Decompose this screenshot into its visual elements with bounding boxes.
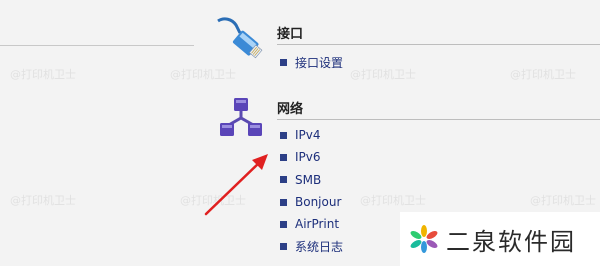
watermark: @打印机卫士 — [530, 194, 596, 207]
link-ipv4[interactable]: IPv4 — [280, 124, 343, 146]
bullet-square-icon — [280, 153, 287, 161]
watermark: @打印机卫士 — [10, 68, 76, 81]
interface-link-list: 接口设置 — [280, 51, 343, 73]
bullet-square-icon — [280, 131, 287, 139]
link-airprint[interactable]: AirPrint — [280, 213, 343, 235]
network-section-divider — [277, 119, 600, 120]
link-system-log[interactable]: 系统日志 — [280, 235, 343, 257]
link-bonjour[interactable]: Bonjour — [280, 191, 343, 213]
interface-section-title: 接口 — [277, 27, 304, 42]
pinwheel-logo-icon — [410, 225, 438, 253]
network-link-list: IPv4 IPv6 SMB Bonjour AirPrint 系统日志 — [280, 124, 343, 258]
watermark: @打印机卫士 — [510, 68, 576, 81]
brand-name: 二泉软件园 — [446, 227, 576, 256]
network-icon — [220, 98, 262, 136]
link-interface-settings[interactable]: 接口设置 — [280, 51, 343, 73]
bullet-square-icon — [280, 220, 287, 228]
bullet-square-icon — [280, 58, 287, 66]
bullet-square-icon — [280, 243, 287, 251]
interface-section-divider — [277, 44, 600, 45]
bullet-square-icon — [280, 176, 287, 184]
watermark: @打印机卫士 — [350, 68, 416, 81]
cable-icon — [217, 17, 263, 59]
link-smb[interactable]: SMB — [280, 169, 343, 191]
watermark: @打印机卫士 — [10, 194, 76, 207]
left-divider — [0, 45, 194, 46]
network-section-title: 网络 — [277, 102, 304, 117]
red-arrow-icon — [204, 154, 268, 216]
bullet-square-icon — [280, 198, 287, 206]
link-ipv6[interactable]: IPv6 — [280, 146, 343, 168]
brand-logo: 二泉软件园 — [400, 212, 600, 266]
watermark: @打印机卫士 — [360, 194, 426, 207]
watermark: @打印机卫士 — [170, 68, 236, 81]
